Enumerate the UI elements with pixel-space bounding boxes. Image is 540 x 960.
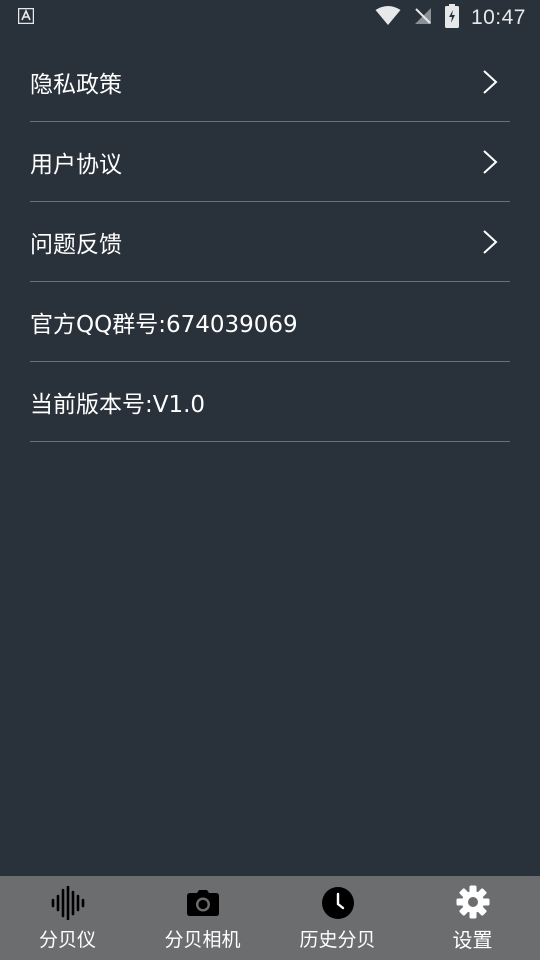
menu-item-version: 当前版本号:V1.0 [30, 362, 510, 442]
menu-item-label: 用户协议 [30, 151, 122, 178]
menu-item-label: 问题反馈 [30, 231, 122, 258]
nav-tab-decibel-meter[interactable]: 分贝仪 [0, 876, 135, 960]
menu-item-feedback[interactable]: 问题反馈 [30, 202, 510, 282]
no-sim-icon [413, 6, 433, 30]
nav-tab-decibel-camera[interactable]: 分贝相机 [135, 876, 270, 960]
nav-tab-history[interactable]: 历史分贝 [270, 876, 405, 960]
nav-label: 设置 [452, 927, 493, 952]
chevron-right-icon [482, 69, 502, 95]
sound-wave-icon [50, 885, 86, 921]
clock-icon [321, 885, 355, 921]
status-bar: 10:47 [0, 0, 540, 36]
nav-label: 历史分贝 [299, 928, 376, 951]
menu-item-label: 当前版本号:V1.0 [30, 391, 206, 418]
chevron-right-icon [482, 149, 502, 175]
chevron-right-icon [482, 229, 502, 255]
nav-label: 分贝相机 [164, 928, 241, 951]
status-time: 10:47 [470, 6, 526, 29]
nav-label: 分贝仪 [38, 928, 96, 951]
gear-icon [456, 884, 490, 920]
nav-tab-settings[interactable]: 设置 [405, 876, 540, 960]
wifi-icon [375, 6, 401, 30]
menu-item-label: 官方QQ群号:674039069 [30, 311, 298, 338]
menu-item-label: 隐私政策 [30, 71, 122, 98]
camera-icon [186, 885, 219, 921]
menu-item-qq-group: 官方QQ群号:674039069 [30, 282, 510, 362]
menu-item-user-agreement[interactable]: 用户协议 [30, 122, 510, 202]
menu-item-privacy-policy[interactable]: 隐私政策 [30, 42, 510, 122]
settings-menu: 隐私政策 用户协议 问题反馈 官方QQ群号:674039069 当前版本号:V1… [30, 42, 510, 442]
battery-charging-icon [444, 4, 459, 32]
app-notification-icon [17, 7, 35, 28]
bottom-navigation: 分贝仪 分贝相机 历史分贝 设置 [0, 876, 540, 960]
